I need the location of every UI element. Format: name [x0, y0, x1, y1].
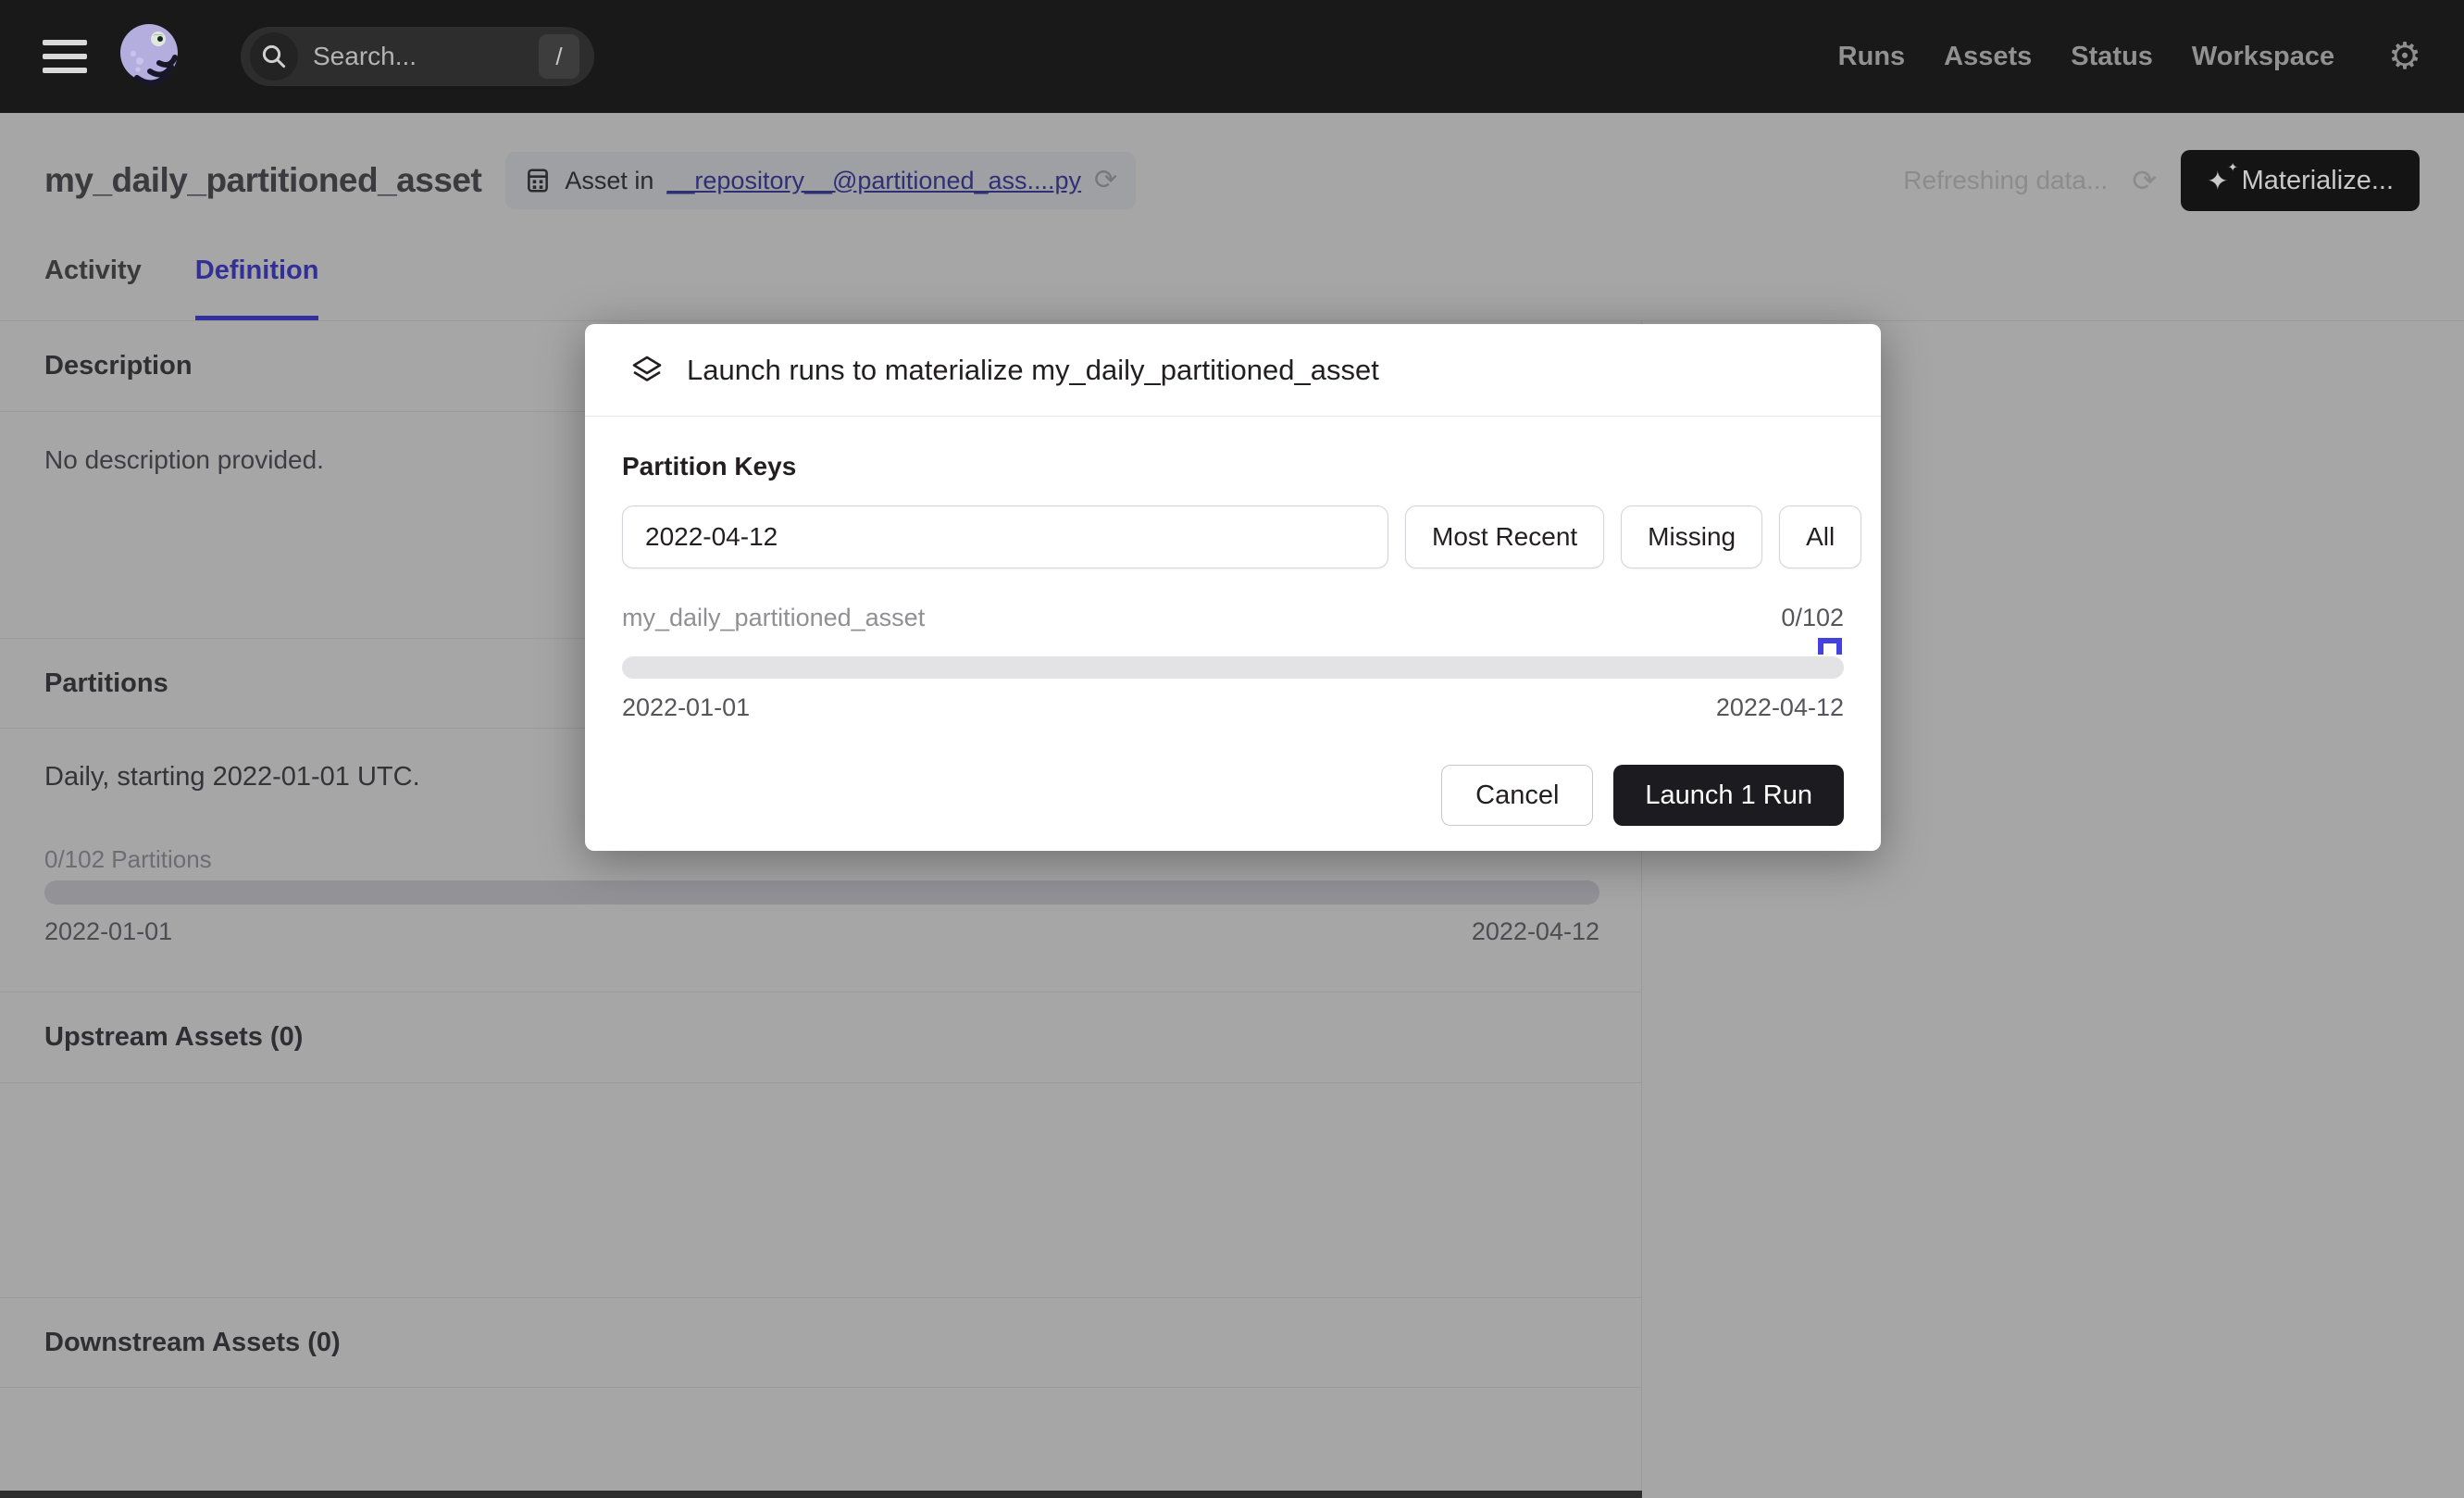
- nav-link-status[interactable]: Status: [2071, 42, 2153, 72]
- repository-icon: [524, 167, 552, 194]
- launch-runs-dialog: Launch runs to materialize my_daily_part…: [585, 324, 1881, 851]
- tab-activity[interactable]: Activity: [44, 256, 142, 321]
- dialog-asset-name: my_daily_partitioned_asset: [622, 604, 925, 632]
- dialog-range-start: 2022-01-01: [622, 693, 750, 722]
- partitions-count: 0/102 Partitions: [44, 845, 212, 874]
- missing-button[interactable]: Missing: [1621, 506, 1762, 568]
- dialog-title: Launch runs to materialize my_daily_part…: [687, 354, 1379, 387]
- top-nav: / Runs Assets Status Workspace ⚙: [0, 0, 2464, 113]
- asset-location-tag: Asset in __repository__@partitioned_ass.…: [505, 152, 1136, 209]
- dialog-progress-bar[interactable]: [622, 656, 1844, 679]
- gear-icon[interactable]: ⚙: [2388, 38, 2421, 75]
- asset-layers-icon: [629, 353, 665, 388]
- tab-definition[interactable]: Definition: [195, 256, 319, 321]
- dagster-logo[interactable]: [115, 20, 187, 93]
- description-body: No description provided.: [44, 445, 324, 475]
- page-title: my_daily_partitioned_asset: [44, 161, 481, 200]
- upstream-section-header: Upstream Assets (0): [0, 992, 1641, 1083]
- downstream-section-header: Downstream Assets (0): [0, 1297, 1641, 1388]
- partition-keys-label: Partition Keys: [622, 452, 1844, 481]
- horizontal-scrollbar[interactable]: [0, 1491, 1642, 1498]
- asset-in-label: Asset in: [565, 167, 653, 195]
- hamburger-menu-icon[interactable]: [43, 40, 87, 73]
- nav-links: Runs Assets Status Workspace ⚙: [1838, 38, 2421, 75]
- dialog-range-end: 2022-04-12: [1716, 693, 1844, 722]
- search-icon: [250, 32, 298, 81]
- most-recent-button[interactable]: Most Recent: [1405, 506, 1604, 568]
- cancel-button[interactable]: Cancel: [1441, 765, 1593, 826]
- search-shortcut-key: /: [539, 34, 579, 79]
- dialog-partition-count: 0/102: [1781, 604, 1844, 632]
- dialog-header: Launch runs to materialize my_daily_part…: [585, 324, 1881, 417]
- partition-keys-input[interactable]: [622, 506, 1388, 568]
- refresh-data-icon[interactable]: ⟳: [2132, 166, 2157, 195]
- materialize-button[interactable]: ✦ Materialize...: [2181, 150, 2420, 211]
- reload-location-icon[interactable]: ⟳: [1094, 167, 1117, 194]
- nav-link-assets[interactable]: Assets: [1944, 42, 2032, 72]
- partitions-schedule: Daily, starting 2022-01-01 UTC.: [44, 762, 420, 793]
- partitions-start-date: 2022-01-01: [44, 918, 172, 946]
- tab-bar: Activity Definition: [44, 256, 318, 321]
- sparkle-icon: ✦: [2207, 166, 2228, 196]
- launch-run-button[interactable]: Launch 1 Run: [1613, 765, 1844, 826]
- nav-link-runs[interactable]: Runs: [1838, 42, 1906, 72]
- asset-location-link[interactable]: __repository__@partitioned_ass....py: [666, 167, 1081, 195]
- all-button[interactable]: All: [1779, 506, 1861, 568]
- materialize-label: Materialize...: [2242, 166, 2394, 196]
- nav-link-workspace[interactable]: Workspace: [2192, 42, 2334, 72]
- search-input[interactable]: [313, 42, 489, 71]
- refreshing-status: Refreshing data...: [1903, 166, 2108, 195]
- partitions-end-date: 2022-04-12: [1472, 918, 1599, 946]
- selected-partition-marker: [1818, 638, 1842, 655]
- partitions-progress-bar: [44, 880, 1599, 905]
- search-bar[interactable]: /: [241, 27, 594, 86]
